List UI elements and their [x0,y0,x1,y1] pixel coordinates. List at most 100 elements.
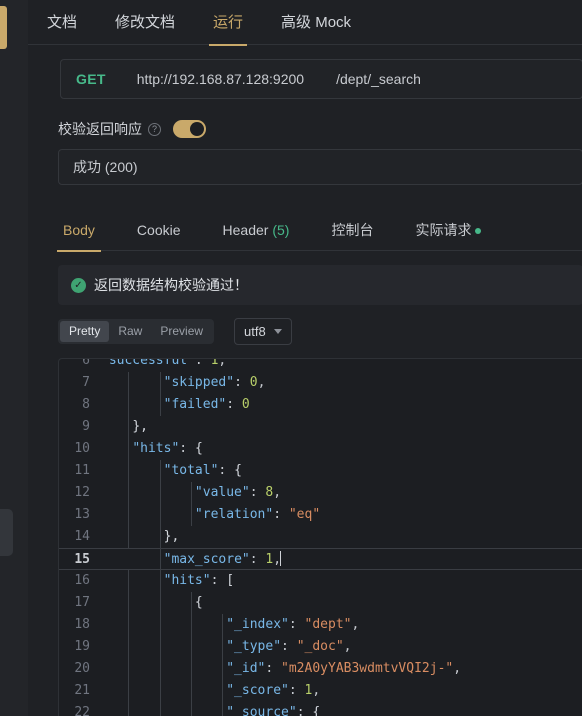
request-method[interactable]: GET [61,71,106,87]
rail-collapse-handle[interactable] [0,509,13,556]
code-line[interactable]: 17 { [59,592,582,614]
code-line[interactable]: 21 "_score": 1, [59,680,582,702]
code-line[interactable]: 8 "failed": 0 [59,394,582,416]
format-segmented-control: Pretty Raw Preview [58,318,215,344]
code-line[interactable]: 10 "hits": { [59,438,582,460]
tab-document[interactable]: 文档 [47,0,77,45]
code-line[interactable]: 16 "hits": [ [59,570,582,592]
check-circle-icon: ✓ [71,277,86,293]
code-token: "total" [163,463,219,478]
code-token: , [273,485,282,500]
code-line-content: }, [101,526,582,548]
question-circle-icon[interactable]: ? [148,122,161,136]
indent-guide [159,702,161,716]
indent-guide [190,658,192,680]
code-line-content: "_index": "dept", [101,614,582,636]
tab-run[interactable]: 运行 [209,0,248,46]
code-line[interactable]: 14 }, [59,526,582,548]
indent-guide [159,460,161,482]
code-token: : [218,463,235,478]
code-line-number: 12 [74,485,90,500]
indent-guide [128,614,130,636]
indent-guide [159,504,161,526]
code-line-content: "hits": { [101,438,582,460]
code-line[interactable]: 20 "_id": "m2A0yYAB3wdmtvVQI2j-", [59,658,582,680]
format-toolbar: Pretty Raw Preview utf8 [28,305,582,345]
rail-active-indicator[interactable] [0,6,7,49]
encoding-value: utf8 [244,323,266,339]
format-raw-button[interactable]: Raw [109,321,151,342]
code-line-number: 9 [82,419,90,434]
format-preview-button[interactable]: Preview [151,321,212,342]
tab-actual-request-label: 实际请求 [415,222,472,238]
code-token: 0 [249,375,258,390]
code-token: : [288,683,305,698]
validate-response-toggle[interactable] [173,120,206,138]
indent-guide [128,416,130,438]
code-token: : [249,552,266,567]
code-line-content: "skipped": 0, [101,372,582,394]
code-token: 0 [241,397,250,412]
main-panel: 文档 修改文档 运行 高级 Mock GET http://192.168.87… [28,0,582,716]
request-host[interactable]: http://192.168.87.128:9200 [106,71,304,87]
tab-console[interactable]: 控制台 [331,209,373,251]
indent-guide [222,636,224,658]
code-line-number: 20 [74,661,90,676]
code-line[interactable]: 15 "max_score": 1, [59,548,582,570]
code-line-number: 6 [82,358,90,368]
code-token: : [226,397,242,412]
left-rail [0,0,28,716]
code-line[interactable]: 12 "value": 8, [59,482,582,504]
code-line[interactable]: 6 "successful": 1, [59,358,582,372]
tab-body[interactable]: Body [57,209,101,252]
code-token: }, [163,529,180,544]
code-line[interactable]: 22 "_source": { [59,702,582,716]
tab-advanced-mock[interactable]: 高级 Mock [281,0,351,45]
code-token: [ [226,573,235,588]
code-token: , [453,661,462,676]
encoding-select[interactable]: utf8 [234,317,292,345]
code-token: : [194,358,211,368]
code-token: "_id" [226,661,266,676]
code-token: { [312,705,321,716]
code-token: , [351,617,360,632]
code-line-number: 13 [74,507,90,522]
indent-guide [159,372,161,394]
code-line[interactable]: 13 "relation": "eq" [59,504,582,526]
code-line[interactable]: 9 }, [59,416,582,438]
indent-guide [222,702,224,716]
response-status-select[interactable]: 成功 (200) [58,149,582,185]
code-token: "_score" [226,683,289,698]
indent-guide [128,438,130,460]
code-token: : [296,705,313,716]
code-line[interactable]: 18 "_index": "dept", [59,614,582,636]
code-line-content: "_type": "_doc", [101,636,582,658]
request-path[interactable]: /dept/_search [304,71,421,87]
code-line[interactable]: 7 "skipped": 0, [59,372,582,394]
code-token: : [281,639,297,654]
request-bar[interactable]: GET http://192.168.87.128:9200 /dept/_se… [60,59,582,99]
tab-edit-document[interactable]: 修改文档 [115,0,175,45]
code-line[interactable]: 19 "_type": "_doc", [59,636,582,658]
response-code-editor[interactable]: 6 "successful": 1, 7 "skipped": 0, 8 "faile… [58,358,582,716]
code-line-number: 16 [74,573,90,588]
code-token: "successful" [101,358,195,368]
code-line-content: "_score": 1, [101,680,582,702]
code-line-number: 15 [74,552,90,567]
tab-header[interactable]: Header (5) [223,209,290,251]
status-dot-icon [475,228,482,235]
code-token: , [218,358,227,368]
format-pretty-button[interactable]: Pretty [60,320,110,342]
indent-guide [159,614,161,636]
indent-guide [222,614,224,636]
indent-guide [128,658,130,680]
code-line-content: { [101,592,582,614]
code-line-content: "failed": 0 [101,394,582,416]
tab-cookie[interactable]: Cookie [137,209,181,251]
tab-actual-request[interactable]: 实际请求 [415,209,482,251]
code-line[interactable]: 11 "total": { [59,460,582,482]
code-token: , [257,375,266,390]
code-token: "hits" [132,441,180,456]
